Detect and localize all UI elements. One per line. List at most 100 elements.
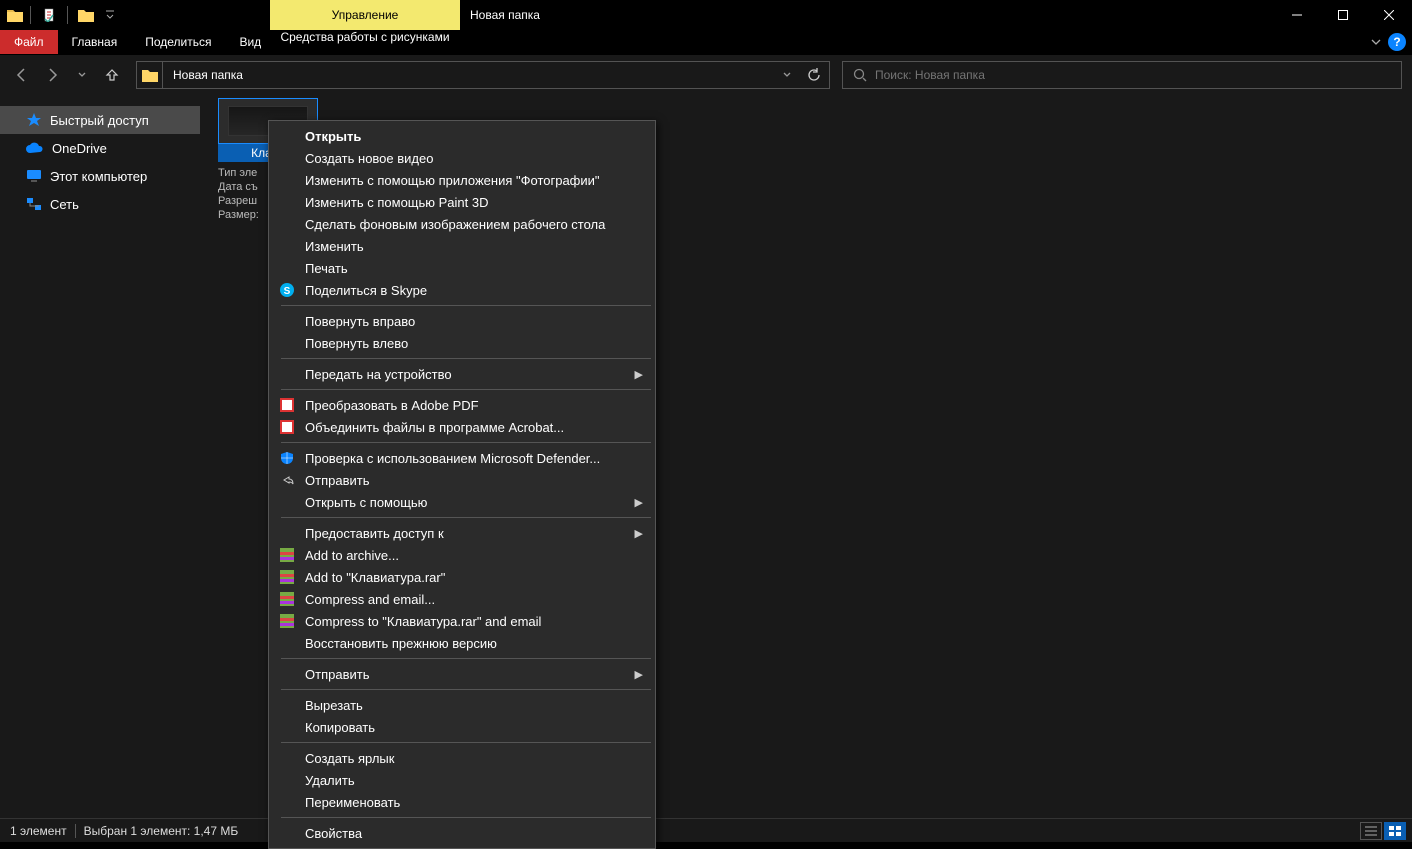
separator: [281, 389, 651, 390]
main: Быстрый доступ OneDrive Этот компьютер С…: [0, 94, 1412, 818]
cm-compress-rar-email[interactable]: Compress to "Клавиатура.rar" and email: [271, 610, 653, 632]
sidebar-item-network[interactable]: Сеть: [0, 190, 200, 218]
statusbar: 1 элемент Выбран 1 элемент: 1,47 МБ: [0, 818, 1412, 842]
winrar-icon: [279, 591, 295, 607]
search-input[interactable]: [842, 61, 1402, 89]
ribbon: Файл Главная Поделиться Вид Средства раб…: [0, 30, 1412, 54]
cm-send-to[interactable]: Отправить ▶: [271, 663, 653, 685]
cm-give-access[interactable]: Предоставить доступ к▶: [271, 522, 653, 544]
forward-button[interactable]: [40, 63, 64, 87]
skype-icon: S: [279, 282, 295, 298]
address-bar[interactable]: Новая папка: [136, 61, 830, 89]
cm-adobe-pdf[interactable]: Преобразовать в Adobe PDF: [271, 394, 653, 416]
maximize-button[interactable]: [1320, 0, 1366, 30]
qat-newfolder-icon[interactable]: [76, 5, 96, 25]
file-tab[interactable]: Файл: [0, 30, 58, 54]
cm-share-skype[interactable]: S Поделиться в Skype: [271, 279, 653, 301]
cm-properties[interactable]: Свойства: [271, 822, 653, 844]
cm-delete[interactable]: Удалить: [271, 769, 653, 791]
tab-view[interactable]: Вид: [225, 30, 275, 54]
star-icon: [26, 112, 42, 128]
cm-label: Add to archive...: [305, 548, 399, 563]
titlebar: Управление Новая папка: [0, 0, 1412, 30]
up-button[interactable]: [100, 63, 124, 87]
cm-edit-paint3d[interactable]: Изменить с помощью Paint 3D: [271, 191, 653, 213]
cm-add-archive[interactable]: Add to archive...: [271, 544, 653, 566]
cm-label: Предоставить доступ к: [305, 526, 444, 541]
cm-cut[interactable]: Вырезать: [271, 694, 653, 716]
search-field[interactable]: [875, 68, 1391, 82]
sidebar-item-this-pc[interactable]: Этот компьютер: [0, 162, 200, 190]
tiles-view-button[interactable]: [1384, 822, 1406, 840]
tab-share[interactable]: Поделиться: [131, 30, 225, 54]
tab-home[interactable]: Главная: [58, 30, 132, 54]
details-view-button[interactable]: [1360, 822, 1382, 840]
cm-share[interactable]: Отправить: [271, 469, 653, 491]
cm-label: Преобразовать в Adobe PDF: [305, 398, 479, 413]
cm-rotate-right[interactable]: Повернуть вправо: [271, 310, 653, 332]
acrobat-icon: [279, 419, 295, 435]
chevron-right-icon: ▶: [635, 496, 643, 509]
ribbon-collapse-icon[interactable]: [1370, 36, 1382, 48]
cm-open[interactable]: Открыть: [271, 125, 653, 147]
cm-rotate-left[interactable]: Повернуть влево: [271, 332, 653, 354]
tab-picture-tools[interactable]: Средства работы с рисунками: [270, 30, 460, 44]
share-icon: [279, 472, 295, 488]
cm-label: Поделиться в Skype: [305, 283, 427, 298]
cm-open-with[interactable]: Открыть с помощью ▶: [271, 491, 653, 513]
folder-icon: [6, 6, 24, 24]
titlebar-left: [0, 0, 120, 30]
cm-print[interactable]: Печать: [271, 257, 653, 279]
sidebar-item-quick-access[interactable]: Быстрый доступ: [0, 106, 200, 134]
qat-dropdown-icon[interactable]: [100, 5, 120, 25]
status-view-controls: [1360, 822, 1406, 840]
address-folder-icon[interactable]: [137, 62, 163, 88]
refresh-button[interactable]: [799, 68, 829, 82]
cm-set-wallpaper[interactable]: Сделать фоновым изображением рабочего ст…: [271, 213, 653, 235]
cm-compress-email[interactable]: Compress and email...: [271, 588, 653, 610]
back-button[interactable]: [10, 63, 34, 87]
cm-edit[interactable]: Изменить: [271, 235, 653, 257]
address-path[interactable]: Новая папка: [163, 68, 775, 82]
sidebar-item-onedrive[interactable]: OneDrive: [0, 134, 200, 162]
cm-create-shortcut[interactable]: Создать ярлык: [271, 747, 653, 769]
window-controls: [1274, 0, 1412, 30]
ribbon-context-tab[interactable]: Управление: [270, 0, 460, 30]
cm-rename[interactable]: Переименовать: [271, 791, 653, 813]
cm-edit-photos[interactable]: Изменить с помощью приложения "Фотографи…: [271, 169, 653, 191]
quick-access-toolbar: [39, 5, 120, 25]
cm-label: Передать на устройство: [305, 367, 452, 382]
shield-icon: [279, 450, 295, 466]
chevron-right-icon: ▶: [635, 368, 643, 381]
separator: [67, 6, 68, 24]
cm-label: Открыть с помощью: [305, 495, 427, 510]
winrar-icon: [279, 547, 295, 563]
minimize-button[interactable]: [1274, 0, 1320, 30]
separator: [281, 742, 651, 743]
sidebar-label: Сеть: [50, 197, 79, 212]
chevron-right-icon: ▶: [635, 668, 643, 681]
cm-label: Add to "Клавиатура.rar": [305, 570, 445, 585]
help-button[interactable]: ?: [1388, 33, 1406, 51]
sidebar-label: OneDrive: [52, 141, 107, 156]
close-button[interactable]: [1366, 0, 1412, 30]
separator: [281, 358, 651, 359]
cm-create-video[interactable]: Создать новое видео: [271, 147, 653, 169]
cm-copy[interactable]: Копировать: [271, 716, 653, 738]
address-dropdown-icon[interactable]: [775, 70, 799, 80]
separator: [281, 442, 651, 443]
separator: [281, 517, 651, 518]
cm-add-rar[interactable]: Add to "Клавиатура.rar": [271, 566, 653, 588]
qat-properties-icon[interactable]: [39, 5, 59, 25]
cm-acrobat-combine[interactable]: Объединить файлы в программе Acrobat...: [271, 416, 653, 438]
winrar-icon: [279, 613, 295, 629]
sidebar-label: Этот компьютер: [50, 169, 147, 184]
cm-restore-version[interactable]: Восстановить прежнюю версию: [271, 632, 653, 654]
cm-label: Отправить: [305, 667, 369, 682]
cm-cast[interactable]: Передать на устройство ▶: [271, 363, 653, 385]
recent-dropdown-icon[interactable]: [70, 63, 94, 87]
status-selected: Выбран 1 элемент: 1,47 МБ: [84, 824, 239, 838]
cm-defender[interactable]: Проверка с использованием Microsoft Defe…: [271, 447, 653, 469]
cloud-icon: [26, 142, 44, 154]
separator: [281, 817, 651, 818]
